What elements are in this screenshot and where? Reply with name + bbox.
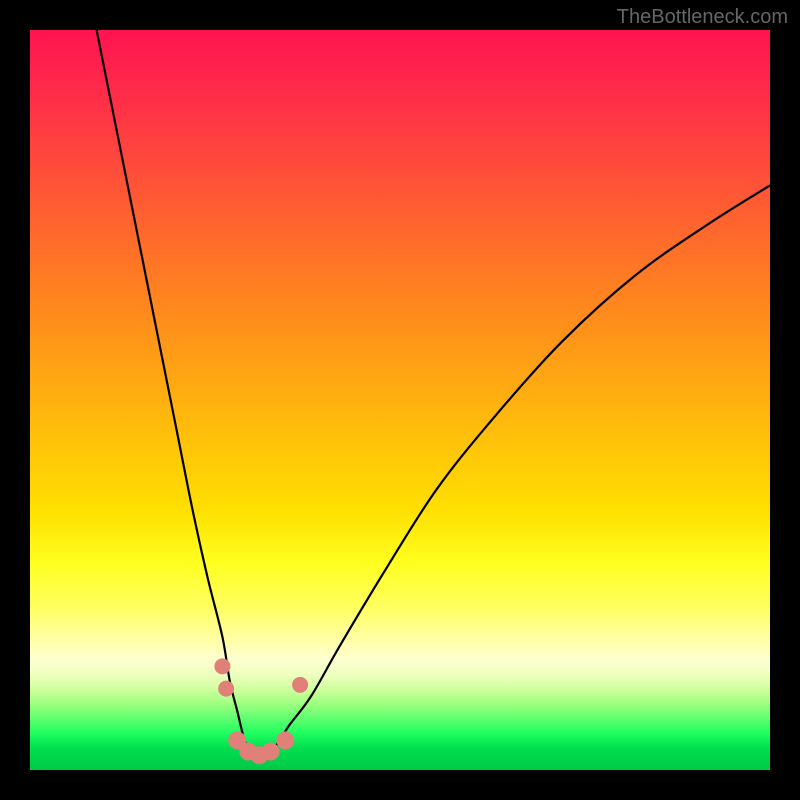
plot-area — [30, 30, 770, 770]
curve-marker — [292, 677, 308, 693]
curve-marker — [218, 681, 234, 697]
curve-marker — [262, 743, 280, 761]
curve-marker — [214, 658, 230, 674]
watermark-text: TheBottleneck.com — [617, 6, 788, 29]
bottleneck-curve — [97, 30, 770, 757]
curve-marker — [276, 731, 294, 749]
chart-svg — [30, 30, 770, 770]
